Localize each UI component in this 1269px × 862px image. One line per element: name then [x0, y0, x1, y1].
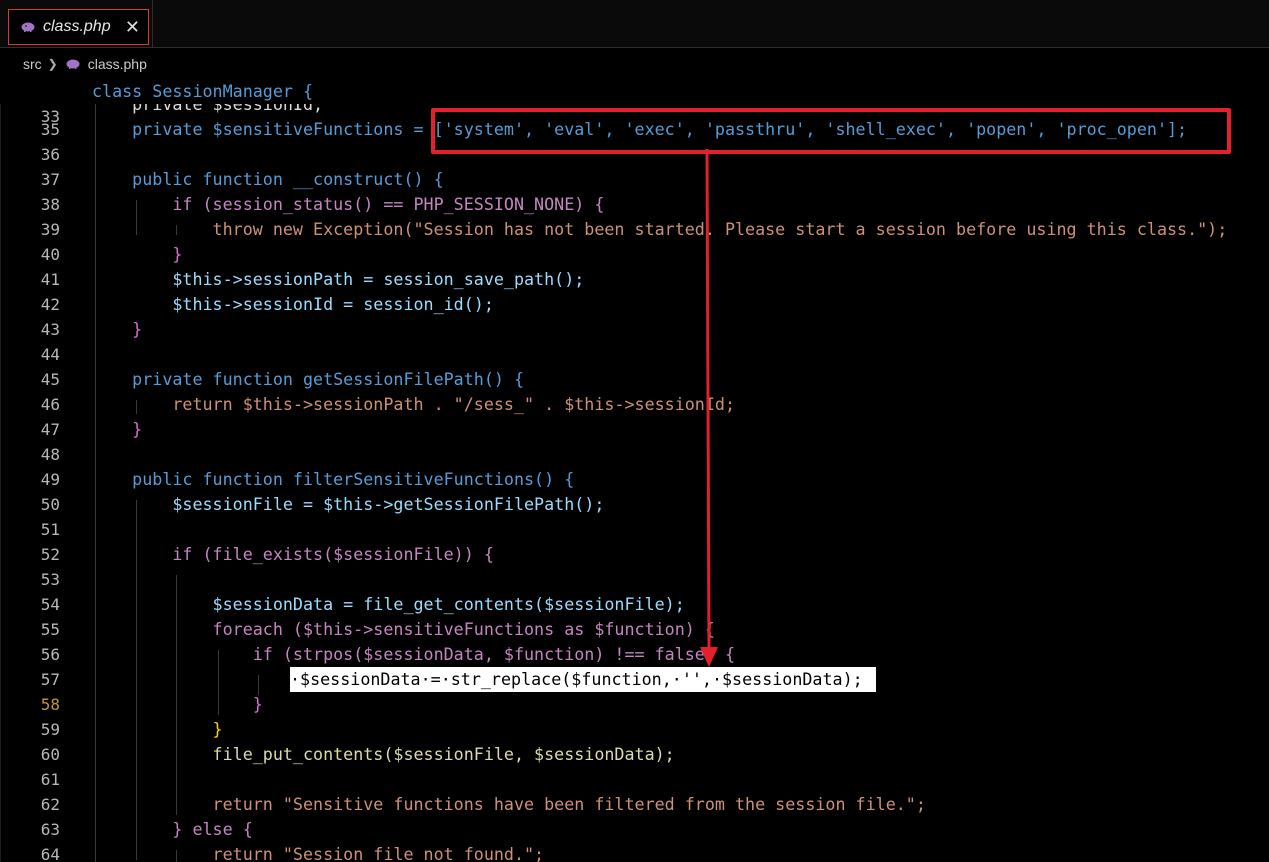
sticky-line-number: 33: [40, 107, 60, 126]
code-line-63: 63 return "Sensitive functions have been…: [40, 794, 926, 839]
chevron-right-icon: ❯: [47, 57, 58, 71]
code-line-62: 62: [40, 795, 60, 814]
php-elephant-icon: [21, 22, 35, 32]
code-line-46: 46 private function getSessionFilePath()…: [40, 369, 525, 414]
code-line-52: 52: [40, 545, 60, 564]
code-line-45: 45: [40, 370, 60, 389]
sticky-line-text: class SessionManager {: [92, 81, 314, 101]
code-line-38: 38 public function __construct() {: [40, 169, 444, 214]
code-line-49: 49: [40, 470, 60, 489]
breadcrumb-file[interactable]: class.php: [88, 56, 147, 72]
code-line-41: 41 }: [40, 244, 183, 289]
tab-separator: [152, 0, 153, 48]
code-line-39: 39 if (session_status() == PHP_SESSION_N…: [40, 194, 605, 239]
sticky-scroll-header[interactable]: 33 class SessionManager {: [0, 79, 1269, 126]
breadcrumb-src[interactable]: src: [23, 56, 42, 72]
code-line-57: 57 if (strpos($sessionData, $function) !…: [40, 644, 735, 689]
close-icon[interactable]: ✕: [125, 17, 140, 38]
selected-text-highlight[interactable]: ·$sessionData·=·str_replace($function,·'…: [290, 667, 876, 692]
code-line-47: 47 return $this->sessionPath . "/sess_" …: [40, 394, 735, 439]
code-line-50: 50 public function filterSensitiveFuncti…: [40, 469, 575, 514]
tab-bar: class.php ✕: [0, 0, 1269, 48]
code-editor[interactable]: 35 private $sessionId; 36 private $sensi…: [0, 79, 1269, 862]
selected-code-text: ·$sessionData·=·str_replace($function,·'…: [290, 669, 863, 689]
php-elephant-icon: [66, 59, 80, 69]
code-line-64: 64 } else {: [40, 819, 253, 862]
code-line-40: 40 throw new Exception("Session has not …: [40, 219, 1228, 264]
code-line-42: 42 $this->sessionPath = session_save_pat…: [40, 269, 585, 314]
code-line-61: 61 file_put_contents($sessionFile, $sess…: [40, 744, 675, 789]
code-line-54: 54: [40, 595, 60, 614]
breadcrumb: src ❯ class.php: [0, 52, 147, 76]
annotation-box: [431, 108, 1231, 154]
code-line-43: 43 $this->sessionId = session_id();: [40, 294, 494, 339]
code-line-59: 59 }: [40, 694, 263, 739]
code-line-53: 53 if (file_exists($sessionFile)) {: [40, 544, 494, 589]
code-line-51: 51 $sessionFile = $this->getSessionFileP…: [40, 494, 605, 539]
code-line-56: 56 foreach ($this->sensitiveFunctions as…: [40, 619, 715, 664]
code-line-48: 48 }: [40, 419, 143, 464]
tab-label: class.php: [43, 18, 111, 35]
code-line-65: 65 return "Session file not found.";: [92, 844, 545, 862]
code-line-44: 44 }: [40, 319, 143, 364]
code-line-60: 60 }: [40, 719, 223, 764]
tab-class-php[interactable]: class.php ✕: [8, 9, 149, 45]
code-line-55: 55 $sessionData = file_get_contents($ses…: [40, 594, 685, 639]
